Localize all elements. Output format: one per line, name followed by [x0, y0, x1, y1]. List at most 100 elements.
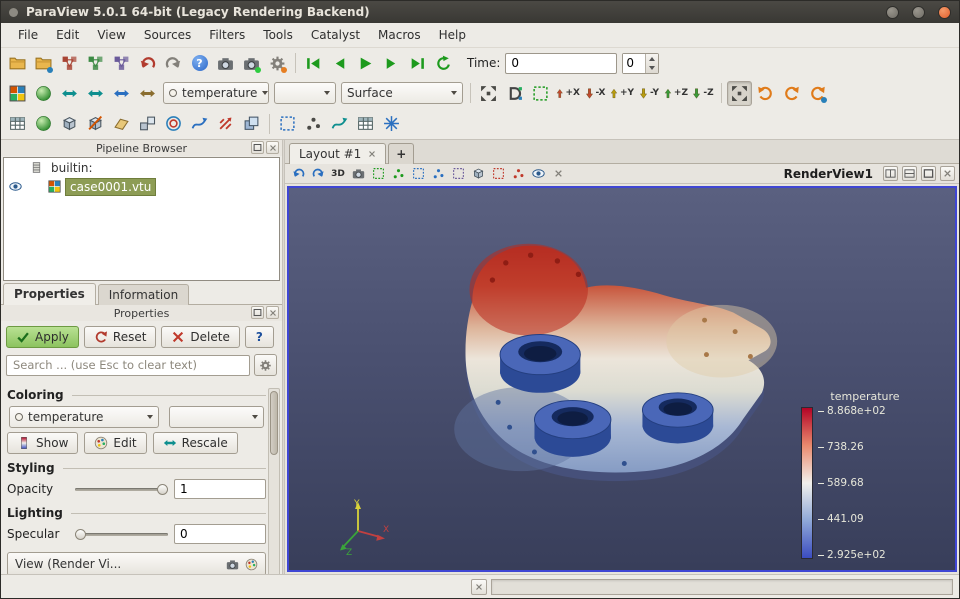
- maximize-button[interactable]: [912, 6, 925, 19]
- time-index-input[interactable]: [623, 54, 645, 73]
- extract-grid-button[interactable]: [57, 111, 82, 136]
- camera-redo-button[interactable]: [309, 165, 327, 182]
- menu-item[interactable]: View: [88, 24, 134, 46]
- vcr-play-button[interactable]: [353, 51, 378, 76]
- help-button[interactable]: ?: [187, 51, 212, 76]
- connect-server-button[interactable]: [57, 51, 82, 76]
- slice-filter-button[interactable]: [109, 111, 134, 136]
- undo-button[interactable]: [135, 51, 160, 76]
- interactive-select-cells-button[interactable]: [489, 165, 507, 182]
- representation-combo[interactable]: Surface: [341, 82, 463, 104]
- rotate-camera-cw-button[interactable]: [779, 81, 804, 106]
- view-section-header[interactable]: View (Render Vi...: [7, 552, 266, 574]
- close-view-button[interactable]: [940, 166, 955, 181]
- glyph-filter-button[interactable]: [213, 111, 238, 136]
- show-center-axes-button[interactable]: [727, 81, 752, 106]
- split-horizontal-button[interactable]: [883, 166, 898, 181]
- glyph-sphere-button[interactable]: [31, 111, 56, 136]
- contour-filter-button[interactable]: [161, 111, 186, 136]
- rescale-to-data-button[interactable]: [57, 81, 82, 106]
- stream-tracer-button[interactable]: [187, 111, 212, 136]
- visibility-eye-icon[interactable]: [9, 180, 22, 193]
- zoom-to-selection-button[interactable]: [528, 81, 553, 106]
- capture-button[interactable]: [239, 51, 264, 76]
- undock-button[interactable]: [251, 306, 264, 319]
- rescale-visible-button[interactable]: [109, 81, 134, 106]
- menu-item[interactable]: Sources: [135, 24, 200, 46]
- menu-item[interactable]: Tools: [254, 24, 302, 46]
- reset-camera-button[interactable]: [476, 81, 501, 106]
- menu-item[interactable]: Help: [430, 24, 475, 46]
- clear-selection-button[interactable]: [549, 165, 567, 182]
- vcr-loop-button[interactable]: [431, 51, 456, 76]
- select-polygon-button[interactable]: [449, 165, 467, 182]
- specular-input[interactable]: [174, 524, 266, 544]
- camera-orientation-button[interactable]: +X: [554, 81, 581, 106]
- edit-colormap-button[interactable]: [5, 81, 30, 106]
- pipeline-item-source[interactable]: case0001.vtu: [4, 177, 279, 196]
- close-panel-button[interactable]: [266, 306, 279, 319]
- undock-button[interactable]: [251, 141, 264, 154]
- menu-item[interactable]: Edit: [47, 24, 88, 46]
- vcr-previous-frame-button[interactable]: [327, 51, 352, 76]
- histogram-button[interactable]: [353, 111, 378, 136]
- apply-button[interactable]: Apply: [6, 326, 79, 348]
- open-file-button[interactable]: [5, 51, 30, 76]
- tab-properties[interactable]: Properties: [3, 283, 96, 305]
- render-viewport[interactable]: temperature 8.868e+02738.26589.68441.092…: [287, 186, 957, 572]
- menu-item[interactable]: File: [9, 24, 47, 46]
- zoom-to-data-button[interactable]: [502, 81, 527, 106]
- select-cells-on-button[interactable]: [275, 111, 300, 136]
- select-frustum-cells-button[interactable]: [409, 165, 427, 182]
- select-surface-points-button[interactable]: [389, 165, 407, 182]
- auto-apply-button[interactable]: [265, 51, 290, 76]
- spin-down-button[interactable]: [646, 63, 658, 73]
- time-value-input[interactable]: [505, 53, 617, 74]
- progress-cancel-button[interactable]: [471, 579, 487, 595]
- maximize-view-button[interactable]: [921, 166, 936, 181]
- vcr-first-frame-button[interactable]: [301, 51, 326, 76]
- group-datasets-button[interactable]: [239, 111, 264, 136]
- capture-view-button[interactable]: [349, 165, 367, 182]
- select-block-button[interactable]: [469, 165, 487, 182]
- reset-camera-rotation-button[interactable]: [805, 81, 830, 106]
- rescale-custom-button[interactable]: [83, 81, 108, 106]
- opacity-slider-handle[interactable]: [157, 484, 168, 495]
- pipeline-item-builtin[interactable]: builtin:: [4, 158, 279, 177]
- toggle-3d-button[interactable]: 3D: [329, 165, 347, 182]
- spin-up-button[interactable]: [646, 54, 658, 64]
- tab-information[interactable]: Information: [98, 284, 189, 305]
- screenshot-button[interactable]: [213, 51, 238, 76]
- reset-button[interactable]: Reset: [84, 326, 157, 348]
- menu-item[interactable]: Catalyst: [302, 24, 369, 46]
- specular-slider[interactable]: [75, 527, 168, 542]
- camera-orientation-button[interactable]: -X: [581, 81, 608, 106]
- save-data-button[interactable]: [31, 51, 56, 76]
- spreadsheet-button[interactable]: [5, 111, 30, 136]
- rescale-button[interactable]: Rescale: [153, 432, 238, 454]
- interactive-select-points-button[interactable]: [509, 165, 527, 182]
- close-panel-button[interactable]: [266, 141, 279, 154]
- camera-orientation-button[interactable]: -Z: [689, 81, 716, 106]
- solid-color-button[interactable]: [31, 81, 56, 106]
- vcr-next-frame-button[interactable]: [379, 51, 404, 76]
- probe-location-button[interactable]: [301, 111, 326, 136]
- color-legend[interactable]: temperature 8.868e+02738.26589.68441.092…: [801, 390, 929, 561]
- select-surface-cells-button[interactable]: [369, 165, 387, 182]
- camera-undo-button[interactable]: [289, 165, 307, 182]
- disconnect-server-button[interactable]: [83, 51, 108, 76]
- threshold-filter-button[interactable]: [135, 111, 160, 136]
- plot-over-line-button[interactable]: [327, 111, 352, 136]
- properties-help-button[interactable]: ?: [245, 326, 274, 348]
- minimize-button[interactable]: [886, 6, 899, 19]
- layout-tab[interactable]: Layout #1: [289, 143, 386, 164]
- hover-info-button[interactable]: [529, 165, 547, 182]
- split-vertical-button[interactable]: [902, 166, 917, 181]
- temporal-snowflake-button[interactable]: [379, 111, 404, 136]
- specular-slider-handle[interactable]: [75, 529, 86, 540]
- search-options-button[interactable]: [254, 354, 277, 376]
- properties-scrollbar[interactable]: [268, 388, 280, 574]
- camera-orientation-button[interactable]: -Y: [635, 81, 662, 106]
- color-component-combo[interactable]: [274, 82, 336, 104]
- clip-filter-button[interactable]: [83, 111, 108, 136]
